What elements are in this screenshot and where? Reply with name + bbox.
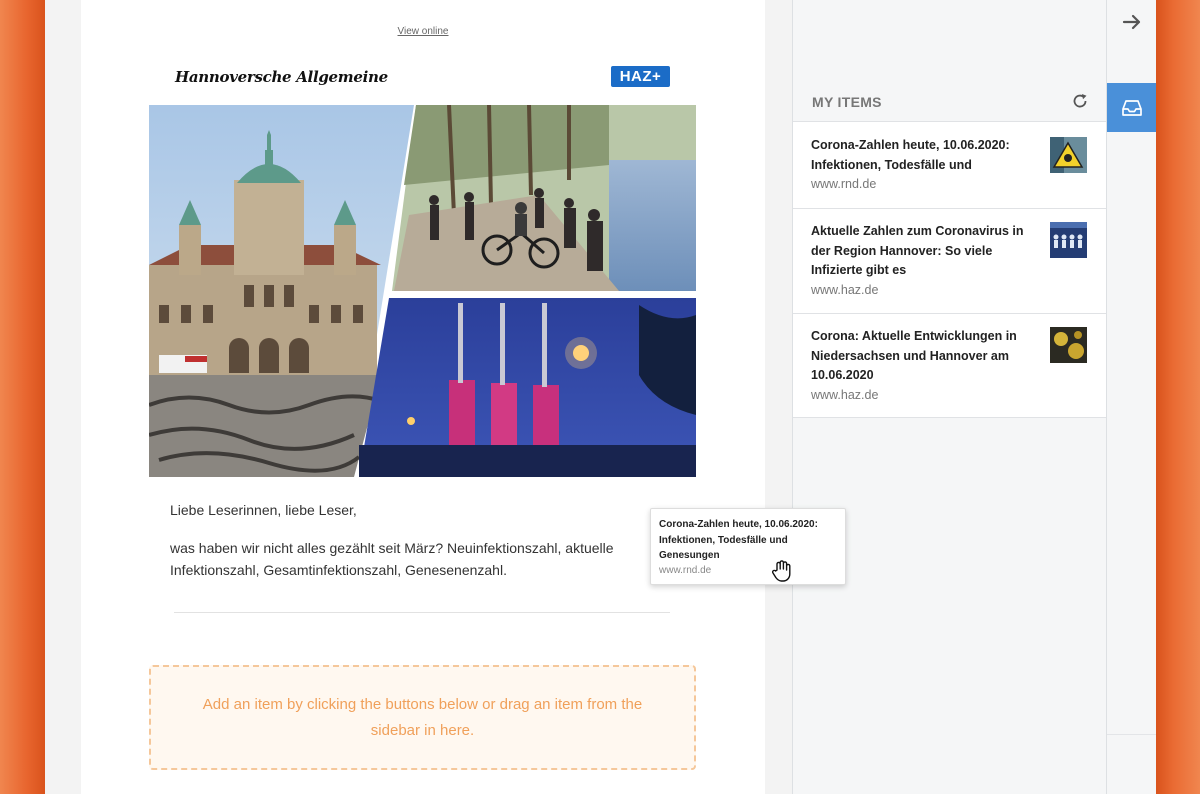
item-thumbnail	[1050, 137, 1087, 173]
haz-plus-badge: HAZ+	[611, 66, 670, 87]
email-preview: View online Hannoversche Allgemeine HAZ+	[81, 0, 765, 794]
dragged-item-preview[interactable]: Corona-Zahlen heute, 10.06.2020: Infekti…	[650, 508, 846, 585]
middle-gutter	[765, 0, 792, 794]
item-thumbnail	[1050, 327, 1087, 363]
sidebar-item-source: www.rnd.de	[811, 177, 877, 191]
email-divider	[174, 612, 670, 613]
inbox-button[interactable]	[1107, 83, 1157, 132]
left-orange-frame	[0, 0, 45, 794]
rail-divider	[1107, 734, 1157, 735]
grab-hand-cursor-icon	[771, 560, 791, 582]
sidebar-item[interactable]: Corona-Zahlen heute, 10.06.2020: Infekti…	[793, 121, 1106, 208]
refresh-icon[interactable]	[1071, 92, 1089, 110]
newspaper-logo: Hannoversche Allgemeine	[175, 68, 388, 86]
item-thumbnail	[1050, 222, 1087, 258]
item-dropzone[interactable]: Add an item by clicking the buttons belo…	[149, 665, 696, 770]
arrow-right-icon[interactable]	[1121, 11, 1143, 33]
email-body-text: was haben wir nicht alles gezählt seit M…	[170, 540, 614, 578]
inbox-icon	[1122, 99, 1142, 116]
sidebar-item[interactable]: Corona: Aktuelle Entwicklungen in Nieder…	[793, 313, 1106, 418]
dragged-item-source: www.rnd.de	[659, 564, 712, 576]
my-items-sidebar: MY ITEMS Corona-Zahlen heute, 10.06.2020…	[792, 0, 1106, 794]
hero-collage-image	[149, 105, 696, 477]
dropzone-hint: Add an item by clicking the buttons belo…	[202, 695, 643, 739]
sidebar-item-source: www.haz.de	[811, 387, 879, 402]
sidebar-title: MY ITEMS	[812, 94, 882, 110]
dragged-item-title: Corona-Zahlen heute, 10.06.2020: Infekti…	[659, 519, 818, 561]
email-greeting: Liebe Leserinnen, liebe Leser,	[170, 502, 357, 518]
sidebar-item-list: Corona-Zahlen heute, 10.06.2020: Infekti…	[793, 121, 1106, 418]
sidebar-item-source: www.haz.de	[811, 282, 879, 297]
right-rail	[1106, 0, 1157, 794]
view-online-link[interactable]: View online	[81, 26, 765, 37]
left-gutter	[45, 0, 81, 794]
sidebar-item[interactable]: Aktuelle Zahlen zum Coronavirus in der R…	[793, 208, 1106, 313]
right-orange-frame	[1156, 0, 1200, 794]
